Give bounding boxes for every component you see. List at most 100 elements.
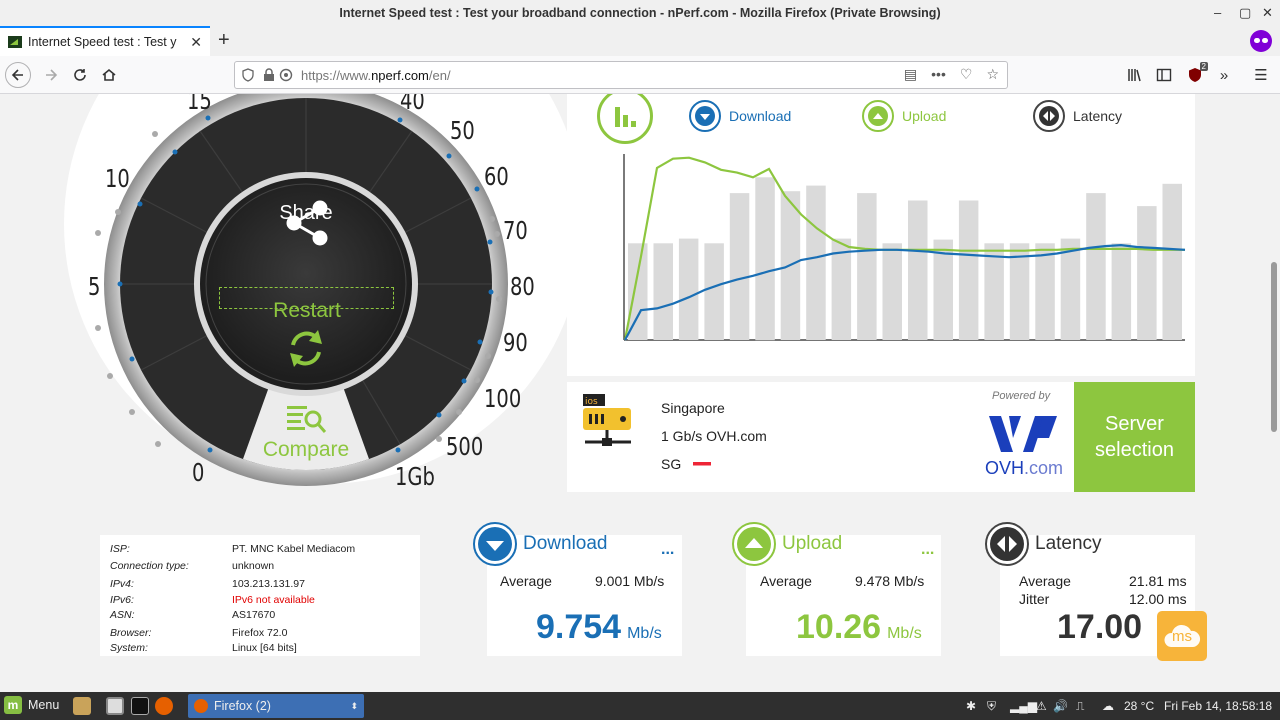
url-text[interactable]: https://www.nperf.com/en/: [301, 68, 451, 83]
latency-bar: [1137, 206, 1157, 340]
system-taskbar: m Menu Firefox (2) ⬍ ✱ ⛨ ▂▄▆ ⚠ 🔊 ⎍ ☁ 28 …: [0, 692, 1280, 720]
volume-icon[interactable]: 🔊: [1053, 699, 1068, 713]
server-country: SG: [661, 456, 712, 472]
app-menu-button[interactable]: ☰: [1248, 62, 1274, 88]
share-button[interactable]: Share: [250, 202, 362, 225]
reload-button[interactable]: [67, 62, 93, 88]
firefox-task-icon: [194, 699, 208, 713]
download-speed-value: 9.754 Mb/s: [536, 608, 662, 646]
latency-card-header: Latency: [985, 522, 1102, 566]
gauge-label-60: 60: [484, 162, 509, 191]
latency-bar: [882, 243, 902, 340]
library-button[interactable]: [1122, 62, 1148, 88]
power-icon[interactable]: ⎍: [1076, 699, 1084, 714]
update-warning-icon[interactable]: ⚠: [1036, 699, 1047, 713]
latency-value: 17.00: [1057, 608, 1143, 646]
jitter-label: Jitter: [1019, 591, 1050, 607]
new-tab-button[interactable]: +: [218, 29, 230, 52]
latency-card-title: Latency: [1035, 533, 1102, 554]
terminal-icon[interactable]: [131, 697, 149, 715]
restart-button[interactable]: Restart: [252, 299, 362, 323]
tab-nperf[interactable]: Internet Speed test : Test y ✕: [0, 26, 210, 56]
latency-bar: [704, 243, 724, 340]
tracking-shield-icon[interactable]: [241, 68, 255, 82]
svg-text:ios: ios: [585, 397, 598, 407]
compare-button[interactable]: Compare: [250, 438, 362, 462]
ublock-button[interactable]: 2: [1182, 62, 1208, 88]
gauge-label-10: 10: [105, 164, 130, 193]
permissions-icon[interactable]: [279, 68, 293, 82]
latency-bar: [1162, 183, 1182, 340]
upload-more-button[interactable]: ...: [921, 541, 934, 559]
file-manager-icon[interactable]: [106, 697, 124, 715]
scrollbar-thumb[interactable]: [1271, 262, 1277, 432]
maximize-button[interactable]: ▢: [1239, 0, 1251, 26]
back-button[interactable]: [5, 62, 31, 88]
latency-bar: [1111, 243, 1132, 340]
home-button[interactable]: [96, 62, 122, 88]
download-more-button[interactable]: ...: [661, 541, 674, 559]
bluetooth-icon[interactable]: ✱: [966, 699, 976, 713]
minimize-button[interactable]: –: [1214, 0, 1221, 26]
powered-by-label: Powered by: [992, 390, 1051, 402]
gauge-label-100: 100: [484, 384, 522, 413]
forward-button[interactable]: [38, 62, 64, 88]
close-window-button[interactable]: ✕: [1262, 0, 1273, 26]
tab-close-icon[interactable]: ✕: [190, 34, 202, 51]
upload-card-title: Upload: [782, 533, 843, 554]
taskbar-firefox-window[interactable]: Firefox (2) ⬍: [188, 694, 364, 718]
latency-bar: [653, 243, 673, 340]
window-title: Internet Speed test : Test your broadban…: [339, 6, 941, 20]
info-row-asn: ASN: AS17670: [110, 608, 276, 621]
bookmark-star-icon[interactable]: ☆: [986, 66, 999, 83]
pocket-icon[interactable]: ♡: [960, 66, 973, 83]
address-bar[interactable]: https://www.nperf.com/en/ ▤ ••• ♡ ☆: [234, 61, 1008, 89]
start-menu-button[interactable]: m Menu: [4, 696, 59, 714]
security-shield-icon[interactable]: ⛨: [987, 699, 996, 714]
gauge-label-0: 0: [192, 458, 205, 487]
clock-label[interactable]: Fri Feb 14, 18:58:18: [1164, 699, 1272, 713]
server-city: Singapore: [661, 400, 725, 416]
overflow-menu-button[interactable]: »: [1211, 62, 1237, 88]
download-card-icon: [473, 522, 517, 566]
upload-card-icon: [732, 522, 776, 566]
singapore-flag-icon: [693, 461, 712, 469]
gauge-label-50: 50: [450, 116, 475, 145]
navigation-toolbar: https://www.nperf.com/en/ ▤ ••• ♡ ☆ 2 » …: [0, 56, 1280, 94]
sidebar-button[interactable]: [1151, 62, 1177, 88]
nperf-favicon-icon: [8, 36, 22, 48]
network-signal-icon[interactable]: ▂▄▆: [1010, 699, 1037, 713]
back-arrow-icon: [11, 69, 23, 81]
latency-bar: [908, 200, 928, 340]
lock-icon[interactable]: [263, 68, 275, 82]
latency-bar: [958, 200, 979, 340]
reload-icon: [74, 69, 86, 81]
firefox-launcher-icon[interactable]: [155, 697, 173, 715]
gauge-label-1gb: 1Gb: [395, 462, 435, 491]
gauge-label-500: 500: [446, 432, 484, 461]
speed-chart: [623, 154, 1186, 341]
linux-mint-icon: m: [4, 696, 22, 714]
server-panel: ios Singapore 1 Gb/s OVH.com SG Powered …: [567, 382, 1195, 492]
download-card-header: Download: [473, 522, 608, 566]
show-desktop-icon[interactable]: [73, 697, 91, 715]
window-titlebar: Internet Speed test : Test your broadban…: [0, 0, 1280, 26]
latency-bar: [857, 193, 877, 340]
library-icon: [1128, 69, 1141, 82]
results-chart-panel: Download Upload Latency: [567, 94, 1195, 376]
page-actions-icon[interactable]: •••: [931, 66, 946, 83]
page-scrollbar[interactable]: [1268, 94, 1280, 692]
jitter-value: 12.00 ms: [1129, 591, 1187, 607]
latency-bar: [1035, 243, 1055, 340]
upload-average-value: 9.478 Mb/s: [855, 573, 925, 589]
info-row-browser: Browser: Firefox 72.0: [110, 626, 288, 639]
chevron-double-right-icon: »: [1219, 66, 1229, 84]
info-row-ipv6: IPv6: IPv6 not available: [110, 593, 315, 606]
reader-view-icon[interactable]: ▤: [904, 66, 917, 83]
taskbar-task-label: Firefox (2): [214, 699, 271, 713]
gauge-label-15: 15: [187, 94, 212, 115]
server-selection-button[interactable]: Server selection: [1074, 382, 1195, 492]
latency-average-label: Average: [1019, 573, 1071, 589]
upload-card-header: Upload: [732, 522, 842, 566]
hamburger-menu-icon: ☰: [1254, 67, 1268, 84]
